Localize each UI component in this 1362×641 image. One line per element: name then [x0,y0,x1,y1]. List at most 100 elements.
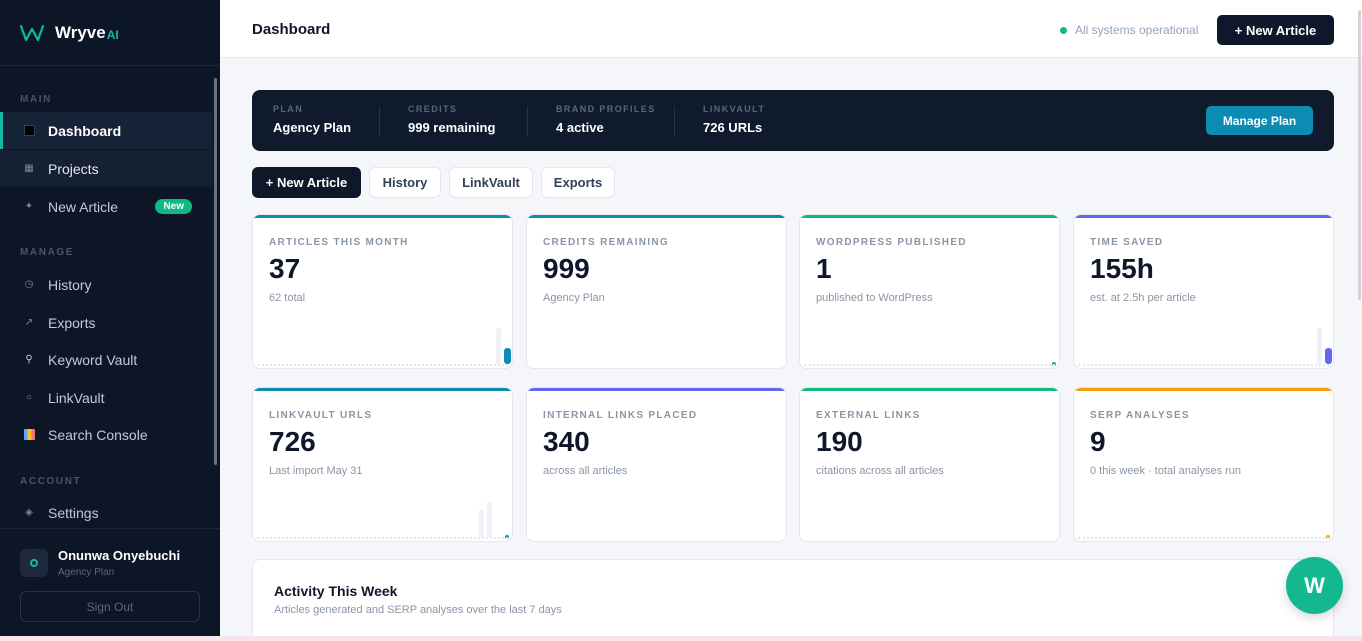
stat-value: 190 [816,426,863,457]
divider [379,106,380,136]
stat-label: INTERNAL LINKS PLACED [543,410,698,421]
stat-card-credits[interactable]: CREDITS REMAINING 999 Agency Plan [526,214,787,369]
card-accent [253,388,512,391]
sign-out-button[interactable]: Sign Out [20,591,200,622]
sidebar-item-history[interactable]: ◷ History [0,266,212,303]
sidebar-item-exports[interactable]: ↗ Exports [0,304,212,341]
brand[interactable]: Wryve AI [0,0,220,66]
chat-fab-button[interactable]: W [1286,557,1343,614]
page-title: Dashboard [252,21,331,38]
sidebar: Wryve AI MAIN Dashboard ▦ Projects ✦ New… [0,0,220,641]
arrow-icon: ↗ [24,317,34,328]
plan-value: Agency Plan [273,120,352,135]
stat-value: 155h [1090,253,1154,284]
stat-value: 37 [269,253,301,284]
user-block: Onunwa Onyebuchi Agency Plan Sign Out [0,528,220,641]
stat-label: SERP ANALYSES [1090,410,1190,421]
plan-label: PLAN [273,104,304,114]
section-label-account: ACCOUNT [20,476,82,487]
sidebar-item-search-console[interactable]: Search Console [0,416,212,453]
linkvault-button[interactable]: LinkVault [449,167,533,198]
user-plan: Agency Plan [58,567,115,578]
sidebar-item-dashboard[interactable]: Dashboard [0,112,212,149]
divider [674,106,675,136]
stat-sub: across all articles [543,465,628,477]
sidebar-item-label: New Article [48,198,119,215]
avatar[interactable] [20,549,48,577]
credits-cell: CREDITS 999 remaining [408,104,495,135]
credits-value: 999 remaining [408,120,496,135]
system-status: All systems operational [1060,23,1198,37]
divider [527,106,528,136]
status-text: All systems operational [1075,23,1199,37]
sparkline-bar [496,328,501,364]
stat-card-external-links[interactable]: EXTERNAL LINKS 190 citations across all … [799,387,1060,542]
card-accent [800,215,1059,218]
sidebar-item-new-article[interactable]: ✦ New Article New [0,188,212,225]
plan-bar: PLAN Agency Plan CREDITS 999 remaining B… [252,90,1334,151]
credits-label: CREDITS [408,104,458,114]
sidebar-item-linkvault[interactable]: ○ LinkVault [0,379,212,416]
card-accent [1074,215,1333,218]
sidebar-item-label: History [48,276,92,293]
brand-profiles-label: BRAND PROFILES [556,104,656,114]
status-dot-icon [1060,26,1067,34]
stat-value: 340 [543,426,590,457]
stat-label: WORDPRESS PUBLISHED [816,237,967,248]
new-badge: New [155,199,192,214]
sidebar-item-settings[interactable]: ◈ Settings [0,494,212,531]
linkvault-cell: LINKVAULT 726 URLs [703,104,765,135]
stat-card-articles[interactable]: ARTICLES THIS MONTH 37 62 total [252,214,513,369]
square-icon [22,124,36,138]
sparkline-baseline [1078,537,1329,539]
stat-card-internal-links[interactable]: INTERNAL LINKS PLACED 340 across all art… [526,387,787,542]
stat-card-wordpress[interactable]: WORDPRESS PUBLISHED 1 published to WordP… [799,214,1060,369]
sparkline-bar [479,509,484,537]
linkvault-label: LINKVAULT [703,104,766,114]
sparkline-bar-current [1325,348,1332,364]
new-article-action-button[interactable]: + New Article [252,167,361,198]
chart-icon [22,428,36,442]
sidebar-item-label: Search Console [48,426,148,443]
stat-label: CREDITS REMAINING [543,237,669,248]
sparkline-bar [487,501,492,537]
card-accent [527,215,786,218]
exports-button[interactable]: Exports [541,167,615,198]
page-scrollbar[interactable] [1358,10,1361,300]
grid-icon: ▦ [24,163,34,174]
sidebar-item-label: Keyword Vault [48,351,138,368]
brand-suffix: AI [106,27,119,42]
stat-card-time-saved[interactable]: TIME SAVED 155h est. at 2.5h per article [1073,214,1334,369]
stat-sub: est. at 2.5h per article [1090,292,1196,304]
sidebar-item-keyword-vault[interactable]: ⚲ Keyword Vault [0,341,212,378]
new-article-button[interactable]: + New Article [1217,15,1334,45]
plan-cell: PLAN Agency Plan [273,104,351,135]
sparkline-bar-current [504,348,511,364]
section-label-main: MAIN [20,94,52,105]
stat-sub: 0 this week · total analyses run [1090,465,1242,477]
history-button[interactable]: History [369,167,441,198]
stat-label: TIME SAVED [1090,237,1164,248]
logo-icon [20,24,44,41]
stat-card-serp-analyses[interactable]: SERP ANALYSES 9 0 this week · total anal… [1073,387,1334,542]
stat-label: ARTICLES THIS MONTH [269,237,409,248]
stat-label: EXTERNAL LINKS [816,410,921,421]
card-accent [527,388,786,391]
stat-value: 1 [816,253,832,284]
activity-panel: Activity This Week Articles generated an… [252,559,1334,641]
card-accent [1074,388,1333,391]
brand-profiles-value: 4 active [556,120,604,135]
linkvault-value: 726 URLs [703,120,763,135]
manage-plan-button[interactable]: Manage Plan [1206,106,1313,135]
stat-sub: citations across all articles [816,465,944,477]
card-accent [253,215,512,218]
clock-icon: ◷ [24,279,34,290]
stat-value: 726 [269,426,316,457]
stat-label: LINKVAULT URLS [269,410,373,421]
sparkline-bar [1317,328,1322,364]
brand-profiles-cell: BRAND PROFILES 4 active [556,104,656,135]
sidebar-item-label: Projects [48,160,99,177]
sidebar-item-projects[interactable]: ▦ Projects [0,150,212,187]
stat-card-linkvault-urls[interactable]: LINKVAULT URLS 726 Last import May 31 [252,387,513,542]
sidebar-scrollbar[interactable] [214,78,217,465]
